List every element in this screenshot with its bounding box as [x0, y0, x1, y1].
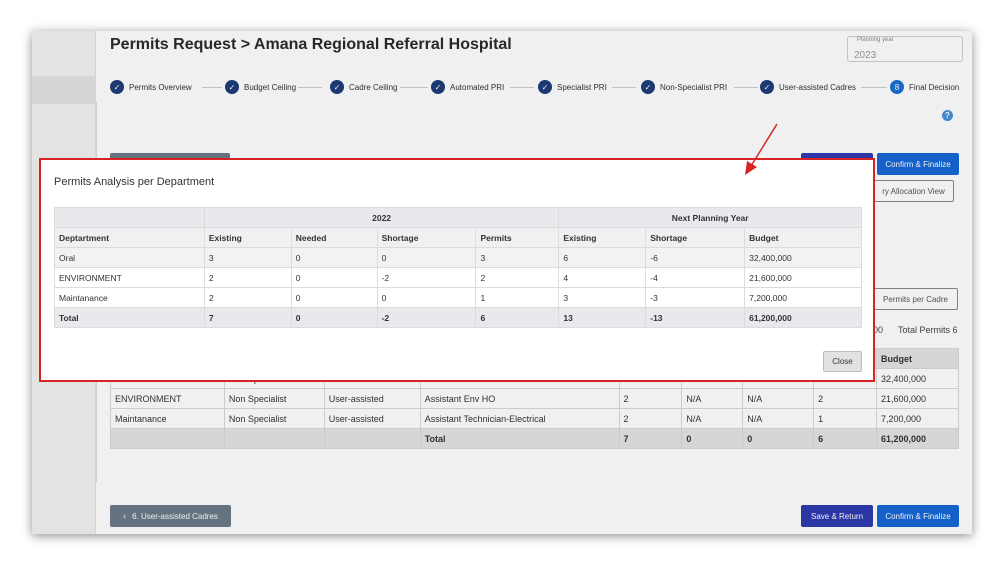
cell: 6: [558, 247, 647, 268]
cell: -13: [645, 307, 746, 328]
analysis-table: 2022 Next Planning Year Deptartment Exis…: [54, 207, 862, 328]
cell: -2: [376, 307, 477, 328]
cell: 2: [203, 267, 292, 288]
red-arrow-icon: [745, 123, 778, 175]
cell: 61,200,000: [744, 307, 862, 328]
cell: -6: [645, 247, 746, 268]
cell: 2: [475, 267, 560, 288]
cell: 6: [475, 307, 560, 328]
year-group-header: 2022: [203, 207, 560, 228]
cell: 0: [376, 247, 477, 268]
cell: -3: [645, 287, 746, 308]
cell: 21,600,000: [744, 267, 862, 288]
column-header: Existing: [558, 227, 647, 248]
cell: Maintanance: [54, 287, 205, 308]
close-button[interactable]: Close: [823, 351, 862, 372]
cell: 0: [290, 247, 378, 268]
table-row: Maintanance 2 0 0 1 3 -3 7,200,000: [54, 287, 862, 308]
cell: 32,400,000: [744, 247, 862, 268]
permits-analysis-modal: Permits Analysis per Department 2022 Nex…: [39, 158, 875, 382]
cell: 3: [475, 247, 560, 268]
modal-title: Permits Analysis per Department: [54, 176, 215, 188]
table-total-row: Total 7 0 -2 6 13 -13 61,200,000: [54, 307, 862, 328]
cell: 7: [203, 307, 292, 328]
column-header: Permits: [475, 227, 560, 248]
column-header: Shortage: [645, 227, 746, 248]
column-header: Needed: [290, 227, 378, 248]
column-header: Shortage: [376, 227, 477, 248]
group-header-row: 2022 Next Planning Year: [54, 207, 862, 228]
column-header: Deptartment: [54, 227, 205, 248]
cell: Oral: [54, 247, 205, 268]
table-row: Oral 3 0 0 3 6 -6 32,400,000: [54, 247, 862, 268]
table-row: ENVIRONMENT 2 0 -2 2 4 -4 21,600,000: [54, 267, 862, 288]
cell: 0: [290, 287, 378, 308]
cell: ENVIRONMENT: [54, 267, 205, 288]
cell: 13: [558, 307, 647, 328]
cell: 0: [290, 307, 378, 328]
cell: 0: [376, 287, 477, 308]
cell: 4: [558, 267, 647, 288]
cell: -4: [645, 267, 746, 288]
cell: 3: [203, 247, 292, 268]
column-header: Existing: [203, 227, 292, 248]
next-year-group-header: Next Planning Year: [558, 207, 862, 228]
cell: 2: [203, 287, 292, 308]
cell: Total: [54, 307, 205, 328]
cell: 3: [558, 287, 647, 308]
cell: -2: [376, 267, 477, 288]
cell: 7,200,000: [744, 287, 862, 308]
cell: 1: [475, 287, 560, 308]
cell: 0: [290, 267, 378, 288]
column-header: Budget: [744, 227, 862, 248]
column-header-row: Deptartment Existing Needed Shortage Per…: [54, 227, 862, 248]
